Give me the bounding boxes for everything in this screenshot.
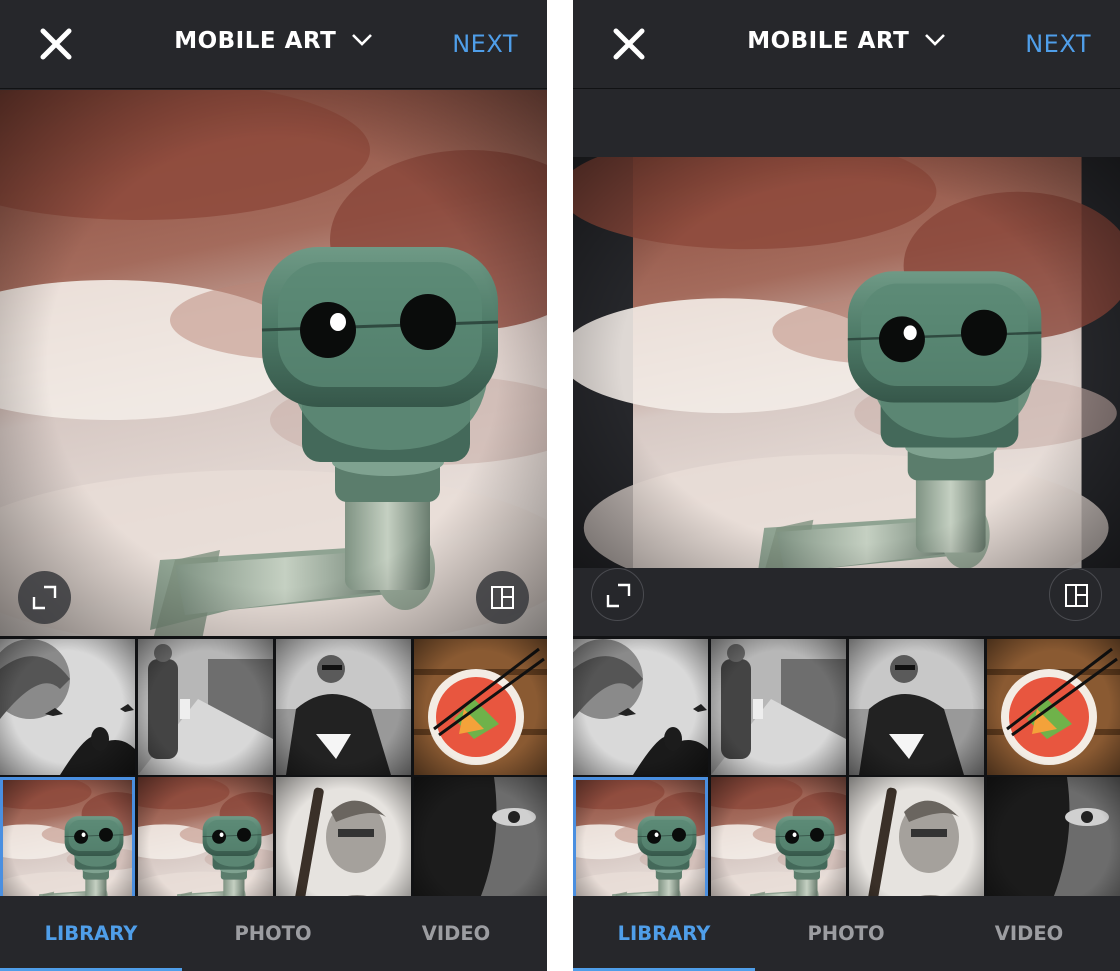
layout-button[interactable] xyxy=(476,571,529,624)
thumbnail-street[interactable] xyxy=(711,639,846,775)
thumbnail-food-bowl[interactable] xyxy=(987,639,1120,775)
close-icon[interactable] xyxy=(611,26,647,62)
thumbnail-pigeons[interactable] xyxy=(0,639,135,775)
letterbox-top xyxy=(573,90,1120,157)
tab-video[interactable]: VIDEO xyxy=(365,896,547,971)
tab-video[interactable]: VIDEO xyxy=(938,896,1120,971)
tab-photo[interactable]: PHOTO xyxy=(755,896,937,971)
top-bar: MOBILE ART NEXT xyxy=(0,0,547,89)
thumbnail-man-chair[interactable] xyxy=(849,639,984,775)
layout-button[interactable] xyxy=(1049,568,1102,621)
chevron-down-icon xyxy=(351,33,372,46)
thumbnail-face-dark[interactable] xyxy=(414,777,547,913)
phone-screen-right: MOBILE ART NEXT LIBRARY PHOTO VIDEO xyxy=(573,0,1120,971)
layout-icon xyxy=(1065,584,1088,607)
close-icon[interactable] xyxy=(38,26,74,62)
album-title: MOBILE ART xyxy=(747,28,910,54)
thumbnail-binocular[interactable] xyxy=(0,777,135,913)
tab-library[interactable]: LIBRARY xyxy=(573,896,755,971)
photo-preview[interactable] xyxy=(573,157,1120,568)
phone-screen-left: MOBILE ART NEXT LIBRARY PHOTO VIDEO xyxy=(0,0,547,971)
chevron-down-icon xyxy=(924,33,945,46)
expand-button[interactable] xyxy=(18,571,71,624)
bottom-tab-bar: LIBRARY PHOTO VIDEO xyxy=(0,896,547,971)
next-button[interactable]: NEXT xyxy=(1025,30,1091,58)
thumbnail-man-chair[interactable] xyxy=(276,639,411,775)
letterbox-bottom xyxy=(573,568,1120,636)
album-title: MOBILE ART xyxy=(174,28,337,54)
thumbnail-binocular-alt[interactable] xyxy=(138,777,273,913)
album-selector[interactable]: MOBILE ART xyxy=(150,28,397,54)
bottom-tab-bar: LIBRARY PHOTO VIDEO xyxy=(573,896,1120,971)
photo-preview[interactable] xyxy=(0,90,547,636)
thumbnail-boy-stick[interactable] xyxy=(849,777,984,913)
layout-icon xyxy=(491,586,514,609)
thumbnail-grid xyxy=(573,636,1120,913)
next-button[interactable]: NEXT xyxy=(452,30,518,58)
thumbnail-street[interactable] xyxy=(138,639,273,775)
expand-icon xyxy=(32,585,57,610)
tab-library[interactable]: LIBRARY xyxy=(0,896,182,971)
preview-image xyxy=(0,90,547,636)
thumbnail-binocular[interactable] xyxy=(573,777,708,913)
expand-button[interactable] xyxy=(591,568,644,621)
thumbnail-face-dark[interactable] xyxy=(987,777,1120,913)
thumbnail-boy-stick[interactable] xyxy=(276,777,411,913)
thumbnail-binocular-alt[interactable] xyxy=(711,777,846,913)
tab-photo[interactable]: PHOTO xyxy=(182,896,364,971)
top-bar: MOBILE ART NEXT xyxy=(573,0,1120,89)
album-selector[interactable]: MOBILE ART xyxy=(723,28,970,54)
thumbnail-grid xyxy=(0,636,547,913)
thumbnail-food-bowl[interactable] xyxy=(414,639,547,775)
expand-icon xyxy=(606,583,631,608)
thumbnail-pigeons[interactable] xyxy=(573,639,708,775)
preview-image xyxy=(573,157,1120,568)
